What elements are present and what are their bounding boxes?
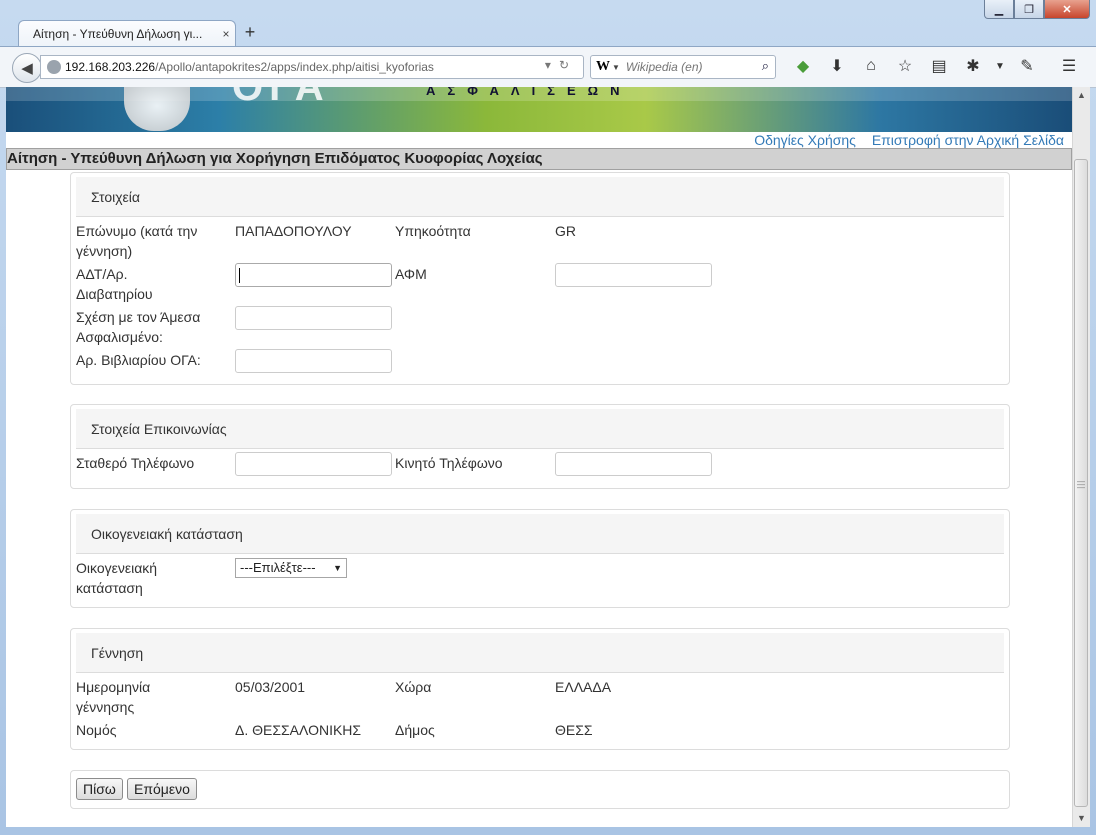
personal-panel: Στοιχεία Επώνυμο (κατά την γέννηση) ΠΑΠΑ… bbox=[70, 172, 1010, 385]
id-label: ΑΔΤ/Αρ. Διαβατηρίου bbox=[76, 266, 153, 302]
page-title: Αίτηση - Υπεύθυνη Δήλωση για Χορήγηση Επ… bbox=[6, 148, 1072, 170]
site-banner: ΟΓΑ ΑΣΦΑΛΙΣΕΩΝ bbox=[6, 87, 1072, 132]
afm-label: ΑΦΜ bbox=[395, 266, 427, 282]
landline-label: Σταθερό Τηλέφωνο bbox=[76, 455, 195, 471]
minimize-button[interactable]: ▁ bbox=[984, 0, 1014, 19]
toolbar-icons: ◆ ⬇ ⌂ ☆ ▤ ✱ ▼ ✎ ☰ bbox=[786, 55, 1086, 77]
search-icon[interactable]: ⌕ bbox=[762, 58, 769, 74]
banner-subtitle: ΑΣΦΑΛΙΣΕΩΝ bbox=[426, 87, 632, 98]
birth-date-label: Ημερομηνία γέννησης bbox=[76, 679, 151, 715]
relation-label: Σχέση με τον Άμεσα Ασφαλισμένο: bbox=[76, 309, 201, 345]
country-label: Χώρα bbox=[395, 679, 432, 695]
panel-heading: Γέννηση bbox=[76, 633, 1004, 673]
prefecture-label: Νομός bbox=[76, 722, 117, 738]
new-tab-button[interactable]: + bbox=[240, 22, 260, 43]
family-panel: Οικογενειακή κατάσταση Οικογενειακή κατά… bbox=[70, 509, 1010, 608]
citizenship-value: GR bbox=[555, 223, 576, 239]
page-content: ΟΓΑ ΑΣΦΑΛΙΣΕΩΝ Οδηγίες Χρήσης Επιστροφή … bbox=[6, 87, 1072, 827]
country-value: ΕΛΛΑΔΑ bbox=[555, 679, 612, 695]
wikipedia-icon: W bbox=[596, 59, 610, 74]
bookmark-star-icon[interactable]: ☆ bbox=[888, 55, 922, 77]
url-host: 192.168.203.226 bbox=[65, 60, 156, 74]
birth-date-value: 05/03/2001 bbox=[235, 679, 306, 695]
browser-window: ▁ ❐ ✕ Αίτηση - Υπεύθυνη Δήλωση γι... × +… bbox=[0, 0, 1096, 835]
emblem-logo bbox=[124, 87, 190, 131]
tab-close-icon[interactable]: × bbox=[217, 27, 235, 41]
help-link[interactable]: Οδηγίες Χρήσης bbox=[754, 132, 856, 148]
family-status-select[interactable]: ---Επιλέξτε--- ▼ bbox=[235, 558, 347, 578]
municipality-label: Δήμος bbox=[395, 722, 435, 738]
reload-icon[interactable]: ▾↻ bbox=[545, 58, 577, 72]
tab-title: Αίτηση - Υπεύθυνη Δήλωση γι... bbox=[33, 27, 203, 41]
surname-value: ΠΑΠΑΔΟΠΟΥΛΟΥ bbox=[235, 223, 352, 239]
reading-list-icon[interactable]: ▤ bbox=[922, 55, 956, 77]
relation-input[interactable] bbox=[235, 306, 392, 330]
nav-toolbar: ◀ 192.168.203.226/Apollo/antapokrites2/a… bbox=[0, 46, 1096, 88]
window-controls: ▁ ❐ ✕ bbox=[984, 0, 1090, 19]
vertical-scrollbar[interactable]: ▲ — — — ▼ bbox=[1072, 87, 1090, 827]
edit-icon[interactable]: ✎ bbox=[1010, 55, 1044, 77]
panel-heading: Οικογενειακή κατάσταση bbox=[76, 514, 1004, 554]
scroll-up-icon[interactable]: ▲ bbox=[1073, 87, 1090, 104]
search-bar[interactable]: W ▼ ⌕ bbox=[590, 55, 776, 79]
afm-input[interactable] bbox=[555, 263, 712, 287]
booklet-input[interactable] bbox=[235, 349, 392, 373]
grip-icon: — — — bbox=[1077, 477, 1085, 492]
url-path: /Apollo/antapokrites2/apps/index.php/ait… bbox=[155, 60, 434, 74]
family-status-label: Οικογενειακή κατάσταση bbox=[76, 560, 158, 596]
mobile-label: Κινητό Τηλέφωνο bbox=[395, 455, 503, 471]
next-button[interactable]: Επόμενο bbox=[127, 778, 197, 800]
browser-tab[interactable]: Αίτηση - Υπεύθυνη Δήλωση γι... × bbox=[18, 20, 236, 47]
dropdown-icon[interactable]: ▼ bbox=[990, 55, 1010, 77]
back-form-button[interactable]: Πίσω bbox=[76, 778, 123, 800]
mobile-input[interactable] bbox=[555, 452, 712, 476]
download-icon[interactable]: ⬇ bbox=[820, 55, 854, 77]
maximize-button[interactable]: ❐ bbox=[1014, 0, 1044, 19]
url-bar[interactable]: 192.168.203.226/Apollo/antapokrites2/app… bbox=[40, 55, 584, 79]
chevron-down-icon[interactable]: ▼ bbox=[612, 63, 620, 72]
tab-bar: Αίτηση - Υπεύθυνη Δήλωση γι... × + bbox=[0, 18, 1096, 47]
municipality-value: ΘΕΣΣ bbox=[555, 722, 593, 738]
citizenship-label: Υπηκοότητα bbox=[395, 223, 471, 239]
chevron-down-icon: ▼ bbox=[333, 563, 342, 573]
addon-icon[interactable]: ◆ bbox=[786, 55, 820, 77]
top-links: Οδηγίες Χρήσης Επιστροφή στην Αρχική Σελ… bbox=[6, 132, 1072, 148]
prefecture-value: Δ. ΘΕΣΣΑΛΟΝΙΚΗΣ bbox=[235, 722, 362, 738]
panel-heading: Στοιχεία bbox=[76, 177, 1004, 217]
close-window-button[interactable]: ✕ bbox=[1044, 0, 1090, 19]
home-link[interactable]: Επιστροφή στην Αρχική Σελίδα bbox=[872, 132, 1064, 148]
scroll-down-icon[interactable]: ▼ bbox=[1073, 810, 1090, 827]
booklet-label: Αρ. Βιβλιαρίου ΟΓΑ: bbox=[76, 352, 201, 368]
globe-icon bbox=[47, 60, 61, 74]
home-icon[interactable]: ⌂ bbox=[854, 55, 888, 77]
panel-heading: Στοιχεία Επικοινωνίας bbox=[76, 409, 1004, 449]
landline-input[interactable] bbox=[235, 452, 392, 476]
birth-panel: Γέννηση Ημερομηνία γέννησης 05/03/2001 Χ… bbox=[70, 628, 1010, 750]
search-input[interactable] bbox=[623, 59, 758, 75]
actions-panel: Πίσω Επόμενο bbox=[70, 770, 1010, 809]
surname-label: Επώνυμο (κατά την γέννηση) bbox=[76, 223, 198, 259]
contact-panel: Στοιχεία Επικοινωνίας Σταθερό Τηλέφωνο Κ… bbox=[70, 404, 1010, 489]
back-button[interactable]: ◀ bbox=[12, 53, 42, 83]
arrow-left-icon: ◀ bbox=[21, 60, 33, 77]
firebug-icon[interactable]: ✱ bbox=[956, 55, 990, 77]
select-value: ---Επιλέξτε--- bbox=[240, 560, 316, 575]
menu-icon[interactable]: ☰ bbox=[1052, 55, 1086, 77]
banner-logo-text: ΟΓΑ bbox=[232, 87, 330, 109]
id-input[interactable] bbox=[235, 263, 392, 287]
